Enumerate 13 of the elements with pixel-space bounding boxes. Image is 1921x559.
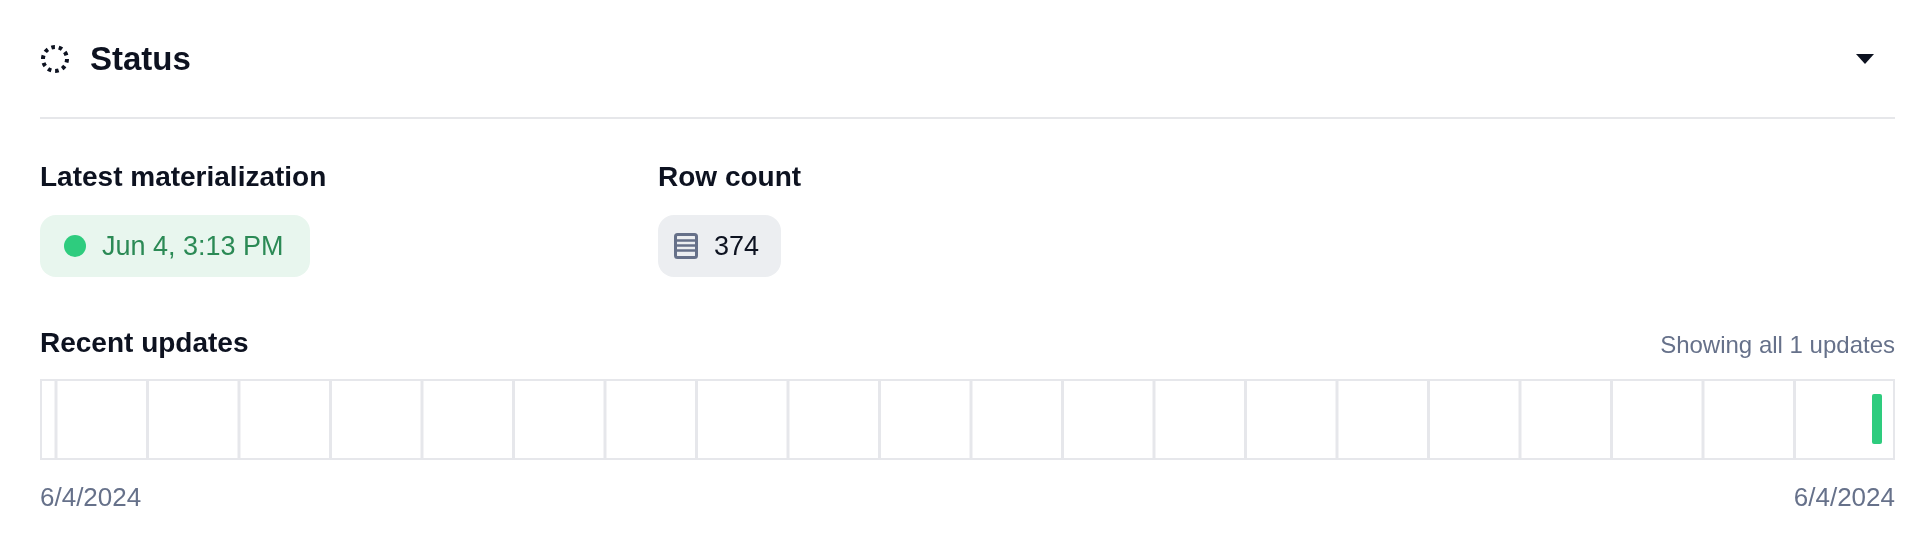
metric-label: Row count bbox=[658, 161, 802, 193]
row-count-badge: 374 bbox=[658, 215, 782, 277]
update-marker[interactable] bbox=[1872, 394, 1882, 444]
section-subtitle: Recent updates bbox=[40, 327, 249, 359]
materialization-badge[interactable]: Jun 4, 3:13 PM bbox=[40, 215, 310, 277]
section-title: Status bbox=[90, 39, 191, 78]
status-icon bbox=[40, 43, 70, 74]
end-date: 6/4/2024 bbox=[1793, 482, 1895, 513]
start-date: 6/4/2024 bbox=[40, 482, 142, 513]
caret-icon[interactable] bbox=[1855, 52, 1875, 65]
table-icon bbox=[674, 233, 698, 259]
update-summary: Showing all 1 updates bbox=[1660, 331, 1895, 359]
metric-label: Latest materialization bbox=[40, 161, 327, 193]
